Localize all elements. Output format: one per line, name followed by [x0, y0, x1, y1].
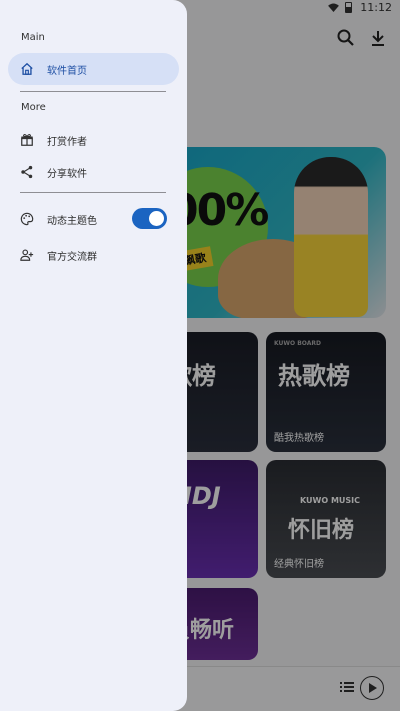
palette-icon: [20, 212, 34, 226]
toggle-knob: [149, 211, 164, 226]
share-icon: [21, 165, 33, 179]
navigation-drawer: Main 软件首页 More 打赏作者 分享软件 动态主题色 官方交流群: [0, 0, 187, 711]
nav-item-theme-label: 动态主题色: [47, 215, 97, 227]
nav-item-group[interactable]: 官方交流群: [8, 239, 179, 271]
nav-item-share[interactable]: 分享软件: [8, 156, 179, 188]
nav-item-home[interactable]: 软件首页: [8, 53, 179, 85]
nav-item-donate-label: 打赏作者: [47, 136, 87, 148]
nav-item-donate[interactable]: 打赏作者: [8, 124, 179, 156]
nav-item-home-label: 软件首页: [47, 65, 87, 77]
group-icon: [20, 249, 34, 261]
dynamic-theme-toggle[interactable]: [132, 208, 167, 229]
section-title-main: Main: [21, 32, 45, 43]
gift-icon: [21, 133, 33, 146]
home-icon: [21, 62, 33, 75]
nav-item-share-label: 分享软件: [47, 168, 87, 180]
divider: [20, 91, 166, 92]
section-title-more: More: [21, 102, 46, 113]
divider: [20, 192, 166, 193]
nav-item-group-label: 官方交流群: [47, 251, 97, 263]
